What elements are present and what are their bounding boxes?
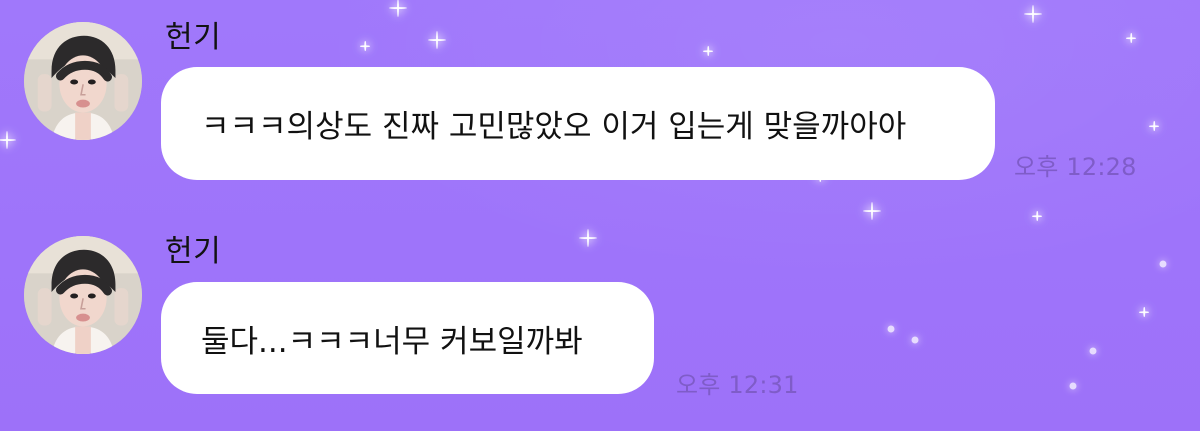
message-bubble[interactable]: 둘다...ㅋㅋㅋ너무 커보일까봐 (161, 282, 654, 394)
message-timestamp: 오후 12:31 (676, 371, 799, 399)
sparkle-dot (1069, 382, 1077, 390)
sparkle-dot (887, 325, 895, 333)
sparkle-dot (911, 336, 919, 344)
sender-name: 헌기 (165, 234, 222, 269)
sparkle-dot (1159, 260, 1167, 268)
message-text: ㅋㅋㅋ의상도 진짜 고민많았오 이거 입는게 맞을까아아 (201, 109, 907, 145)
message-bubble[interactable]: ㅋㅋㅋ의상도 진짜 고민많았오 이거 입는게 맞을까아아 (161, 67, 995, 180)
sender-avatar[interactable] (24, 236, 142, 354)
sender-avatar[interactable] (24, 22, 142, 140)
message-timestamp: 오후 12:28 (1014, 153, 1137, 181)
profile-photo-icon (24, 236, 142, 354)
message-text: 둘다...ㅋㅋㅋ너무 커보일까봐 (201, 323, 583, 360)
sender-name: 헌기 (165, 20, 222, 55)
sparkle-dot (1089, 347, 1097, 355)
profile-photo-icon (24, 22, 142, 140)
